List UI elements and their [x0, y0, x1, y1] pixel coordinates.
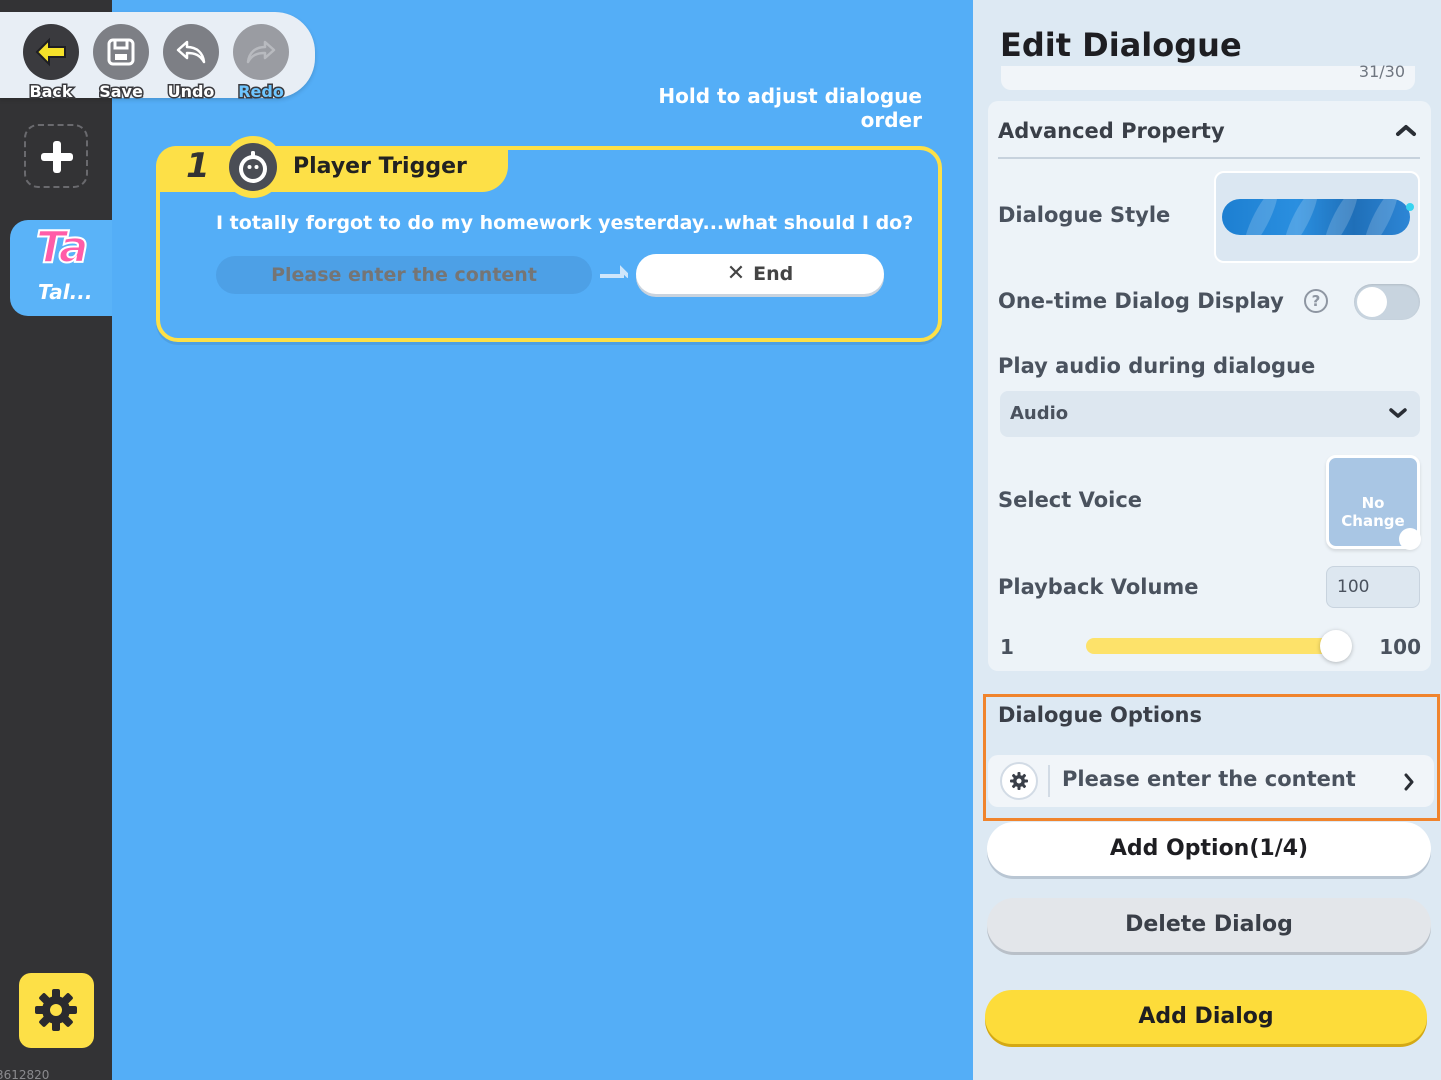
playback-volume-input[interactable] — [1326, 566, 1420, 608]
dialogue-option-row[interactable]: Please enter the content — [988, 755, 1434, 807]
toggle-knob — [1357, 287, 1387, 317]
option-settings-button[interactable] — [1000, 762, 1038, 800]
voice-value: No Change — [1341, 494, 1405, 530]
save-button[interactable]: Save — [92, 24, 150, 103]
previous-field: 31/30 — [1001, 62, 1415, 90]
chevron-down-icon — [1389, 408, 1407, 418]
back-arrow-icon — [35, 37, 66, 67]
card-number: 1 — [186, 146, 210, 186]
plus-icon — [41, 141, 73, 173]
option-separator — [1048, 765, 1050, 797]
voice-picker[interactable]: No Change — [1326, 455, 1421, 550]
audio-select-value: Audio — [1010, 403, 1069, 424]
dialogue-text: I totally forgot to do my homework yeste… — [216, 212, 914, 234]
undo-icon — [176, 40, 206, 64]
dialogue-card[interactable]: 1 Player Trigger I totally forgot to do … — [156, 136, 942, 342]
tab-label: Tal... — [38, 280, 93, 304]
dialogue-options-section: Dialogue Options Please enter the conten… — [983, 694, 1440, 821]
delete-dialog-button[interactable]: Delete Dialog — [987, 898, 1431, 952]
close-icon: ✕ — [726, 261, 746, 286]
add-tab-button[interactable] — [24, 124, 88, 188]
undo-label: Undo — [166, 81, 216, 103]
divider — [998, 157, 1420, 159]
dialogue-options-title: Dialogue Options — [998, 703, 1202, 727]
help-icon[interactable]: ? — [1304, 289, 1328, 313]
redo-label: Redo — [237, 81, 286, 103]
card-title: Player Trigger — [293, 154, 467, 179]
end-button[interactable]: ✕ End — [636, 254, 884, 294]
end-label: End — [753, 263, 794, 285]
back-label: Back — [28, 81, 74, 103]
dialogue-response-input[interactable] — [216, 256, 592, 294]
volume-slider-track[interactable] — [1086, 638, 1350, 654]
gear-icon — [35, 989, 77, 1031]
add-option-button[interactable]: Add Option(1/4) — [987, 822, 1431, 876]
volume-slider-handle[interactable] — [1320, 630, 1352, 662]
option-content-placeholder: Please enter the content — [1062, 767, 1356, 791]
back-button[interactable]: Back — [22, 24, 80, 103]
save-icon — [107, 38, 135, 66]
save-label: Save — [98, 81, 145, 103]
dialogue-style-picker[interactable] — [1214, 171, 1420, 263]
player-icon — [239, 151, 267, 183]
advanced-property-header[interactable]: Advanced Property — [998, 119, 1225, 143]
left-rail: Ta Tal... 3612820 — [0, 0, 112, 1080]
volume-max-label: 100 — [1379, 635, 1421, 659]
volume-min-label: 1 — [1000, 635, 1014, 659]
advanced-property-section: Advanced Property Dialogue Style One-tim… — [988, 101, 1431, 671]
one-time-display-toggle[interactable] — [1354, 284, 1420, 320]
reorder-hint: Hold to adjust dialogue order — [658, 84, 922, 132]
playback-volume-label: Playback Volume — [998, 575, 1199, 599]
chevron-up-icon[interactable] — [1395, 123, 1417, 137]
build-id: 3612820 — [0, 1068, 50, 1080]
panel-title: Edit Dialogue — [1000, 26, 1242, 64]
top-toolbar: Back Save Undo Redo — [0, 12, 315, 103]
arrow-right-icon — [600, 265, 628, 278]
redo-button[interactable]: Redo — [232, 24, 290, 103]
chevron-right-icon — [1404, 773, 1414, 791]
redo-icon — [246, 40, 276, 64]
char-counter: 31/30 — [1358, 62, 1405, 81]
sidebar-tab-talk[interactable]: Ta Tal... — [10, 220, 112, 316]
settings-button[interactable] — [19, 973, 94, 1048]
add-dialog-button[interactable]: Add Dialog — [985, 990, 1427, 1044]
dialogue-style-label: Dialogue Style — [998, 203, 1171, 227]
style-dot — [1406, 203, 1414, 211]
tab-icon-text: Ta — [35, 221, 90, 274]
audio-select[interactable]: Audio — [1000, 391, 1420, 437]
select-voice-label: Select Voice — [998, 488, 1143, 512]
gear-icon — [1010, 772, 1028, 790]
one-time-display-label: One-time Dialog Display — [998, 289, 1284, 313]
undo-button[interactable]: Undo — [162, 24, 220, 103]
trigger-avatar — [222, 136, 284, 198]
dialogue-style-preview — [1222, 199, 1410, 235]
voice-corner-badge — [1399, 528, 1421, 550]
play-audio-label: Play audio during dialogue — [998, 354, 1316, 378]
